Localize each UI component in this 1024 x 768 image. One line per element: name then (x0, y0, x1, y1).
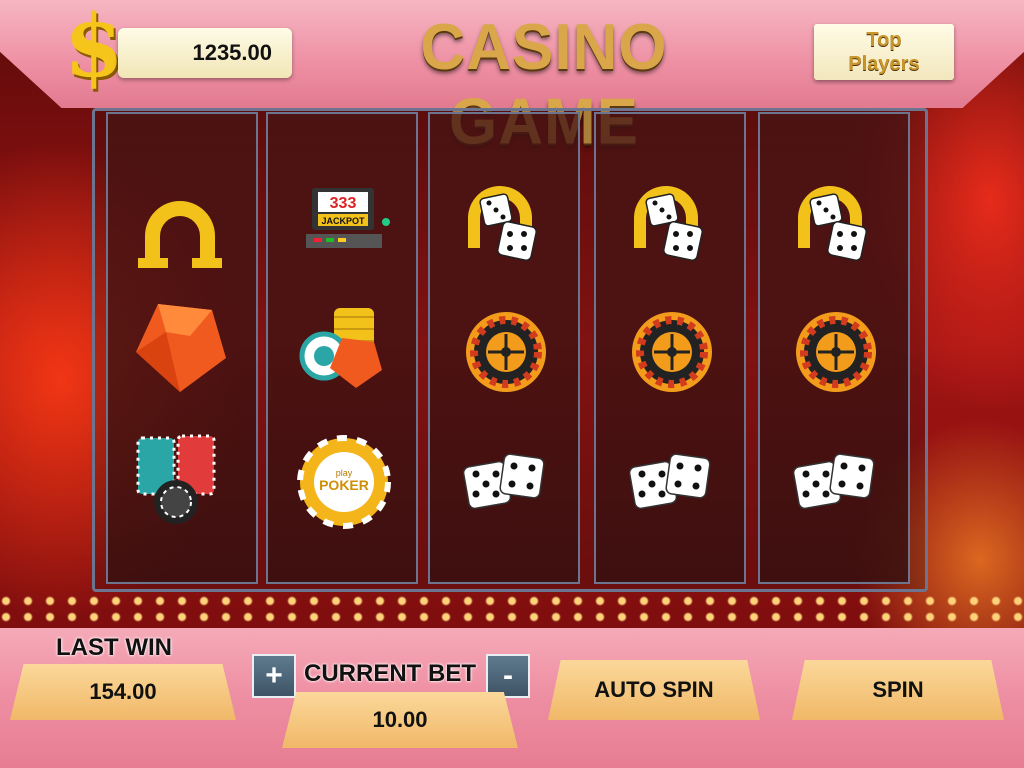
roulette-wheel-icon (632, 312, 712, 392)
dice-pair-icon (462, 453, 545, 510)
jackpot-digits: 333 (330, 195, 357, 212)
jackpot-label: JACKPOT (321, 216, 365, 226)
dollar-icon: $ (64, 0, 124, 97)
chips-and-diamond-icon (299, 308, 382, 388)
dice-pair-icon (792, 453, 875, 510)
horseshoe-dice-icon (468, 186, 537, 261)
poker-chip-icon: play POKER (297, 435, 391, 529)
balance-display: 1235.00 (118, 28, 292, 78)
top-players-label-line2: Players (848, 53, 920, 75)
auto-spin-label: AUTO SPIN (594, 677, 714, 702)
roulette-wheel-icon (796, 312, 876, 392)
jackpot-slot-machine-icon: 333 JACKPOT (306, 188, 390, 248)
dice-pair-icon (628, 453, 711, 510)
reel-3 (428, 112, 580, 584)
chip-stack-icon (136, 434, 216, 524)
decrease-bet-button[interactable]: - (486, 654, 530, 698)
top-players-button[interactable]: Top Players (814, 24, 954, 80)
diamond-icon (136, 304, 226, 392)
minus-icon: - (503, 659, 513, 692)
top-players-label-line1: Top (866, 29, 902, 51)
last-win-value: 154.00 (89, 679, 157, 704)
horseshoe-icon (138, 201, 222, 268)
balance-value: 1235.00 (192, 40, 272, 65)
marquee-lights (0, 612, 1024, 622)
reel-4 (594, 112, 746, 584)
game-title: CASINO GAME (420, 11, 668, 158)
chip-large-text: POKER (319, 477, 369, 493)
current-bet-display: 10.00 (282, 692, 518, 748)
last-win-label: LAST WIN (56, 634, 172, 661)
reel-5 (758, 112, 910, 584)
plus-icon: + (265, 659, 283, 692)
spin-label: SPIN (872, 677, 924, 702)
increase-bet-button[interactable]: + (252, 654, 296, 698)
roulette-wheel-icon (466, 312, 546, 392)
spin-button[interactable]: SPIN (792, 660, 1004, 720)
reel-2: 333 JACKPOT play POKER (266, 112, 418, 584)
last-win-display: 154.00 (10, 664, 236, 720)
horseshoe-dice-icon (634, 186, 703, 261)
current-bet-label: CURRENT BET (304, 660, 476, 687)
horseshoe-dice-icon (798, 186, 867, 261)
marquee-lights (0, 596, 1024, 606)
current-bet-value: 10.00 (372, 707, 428, 732)
reel-1 (106, 112, 258, 584)
auto-spin-button[interactable]: AUTO SPIN (548, 660, 760, 720)
